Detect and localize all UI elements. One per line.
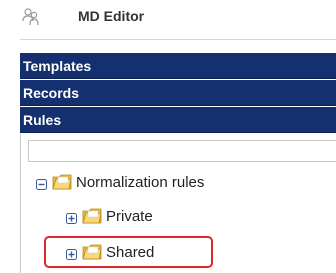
accordion-rules[interactable]: Rules [20,107,336,133]
folder-icon [82,244,102,261]
accordion-records[interactable]: Records [20,80,336,106]
tree-node-private[interactable]: Private [66,204,153,228]
folder-icon [82,208,102,225]
folder-icon [52,174,72,191]
header-divider [20,39,336,40]
expand-toggle-icon[interactable] [66,211,77,224]
tree-node-label: Private [106,207,153,225]
accordion-templates[interactable]: Templates [20,53,336,79]
app-header: MD Editor [0,0,336,36]
tree-node-normalization-rules[interactable]: Normalization rules [36,170,204,194]
expand-toggle-icon[interactable] [66,247,77,260]
people-icon [20,6,42,28]
collapse-toggle-icon[interactable] [36,177,47,190]
tree-node-shared[interactable]: Shared [66,240,154,264]
tree-node-label: Normalization rules [76,173,205,191]
tree-node-label: Shared [106,243,155,261]
rules-filter-input[interactable] [28,140,336,162]
app-title: MD Editor [78,8,145,24]
